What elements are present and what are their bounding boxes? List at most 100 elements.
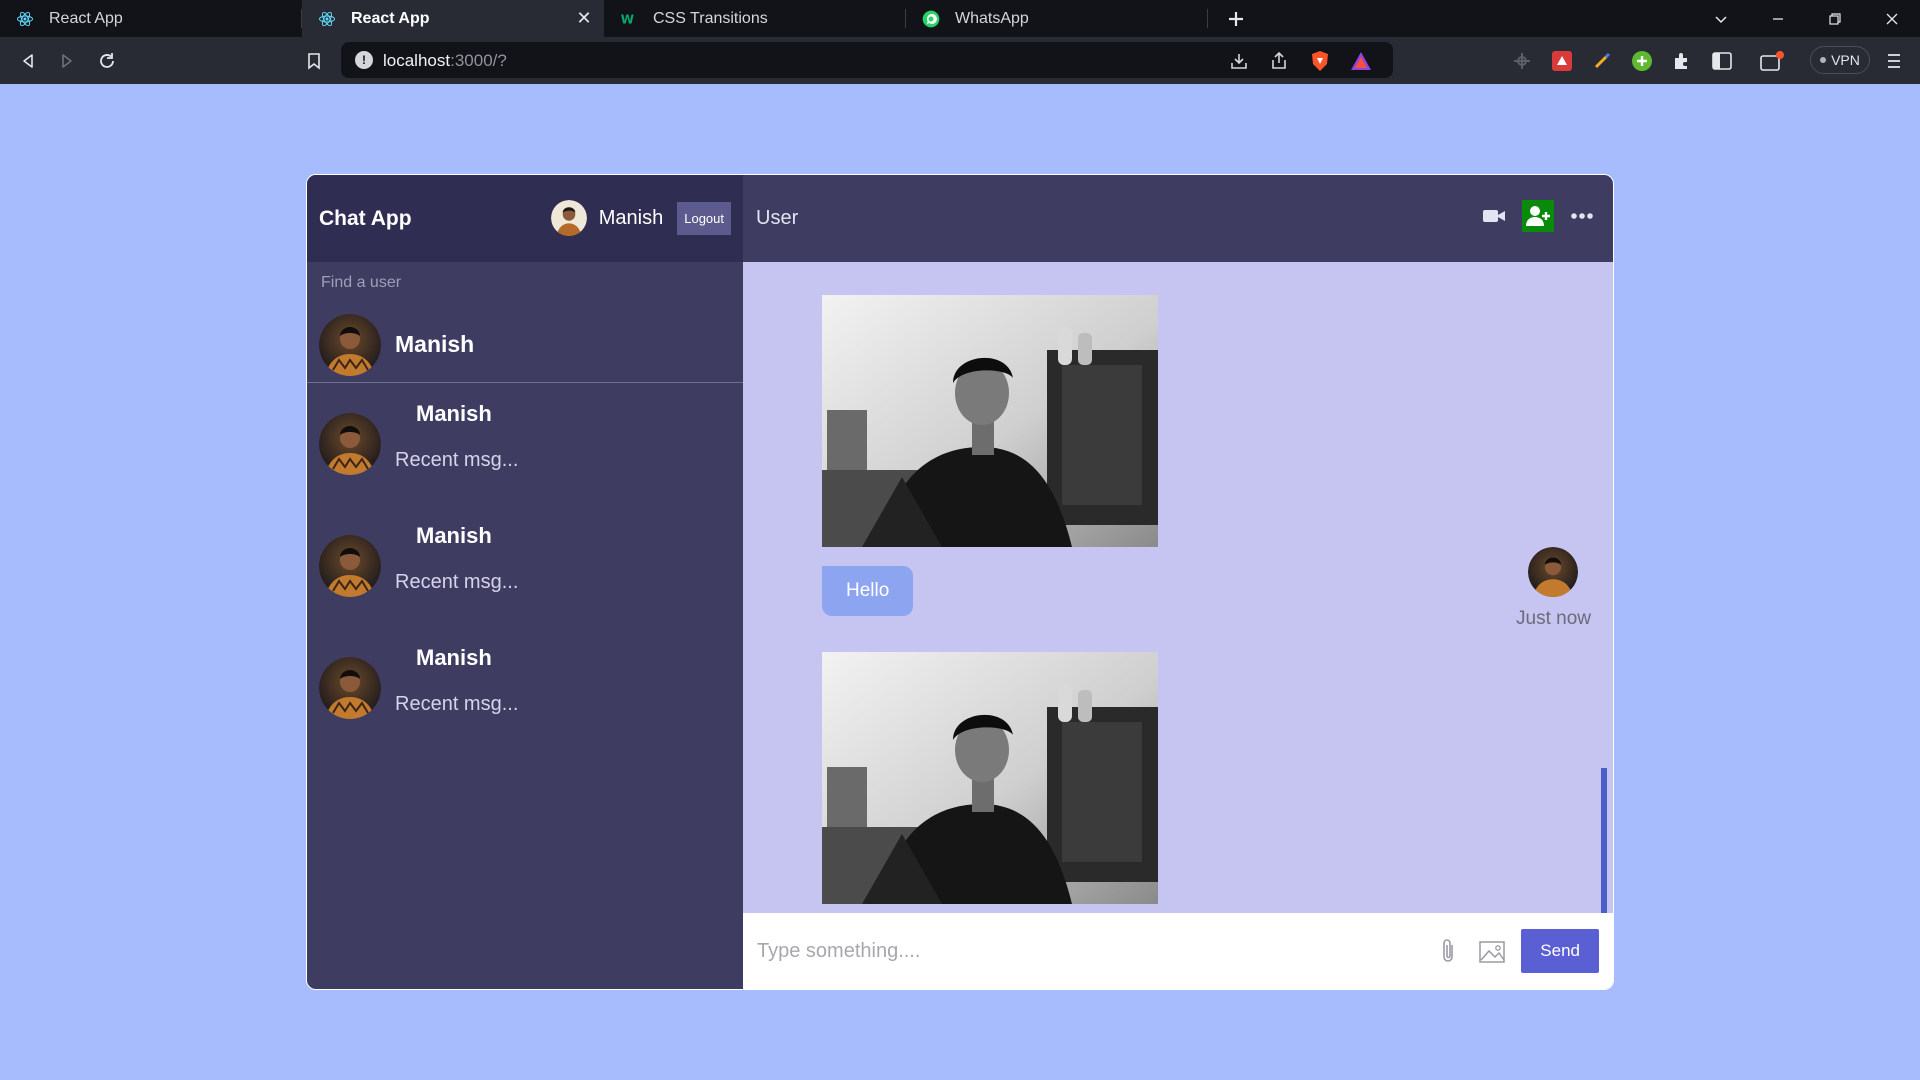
vpn-status-dot [1820, 57, 1827, 63]
tab-react-app-1[interactable]: React App [0, 0, 302, 37]
svg-text:W: W [621, 12, 634, 26]
whatsapp-icon [921, 9, 941, 29]
close-icon [1886, 13, 1897, 24]
url-path: :3000/? [450, 51, 507, 70]
tab-title: WhatsApp [955, 9, 1029, 27]
search-bar [307, 262, 743, 307]
chevron-down-icon [1714, 15, 1727, 23]
share-icon[interactable] [1268, 50, 1290, 72]
new-tab-button[interactable] [1208, 0, 1264, 37]
chat-list-item[interactable]: Manish Recent msg... [307, 505, 743, 627]
restore-icon [1828, 12, 1841, 25]
chat-name: Manish [416, 645, 492, 670]
message-image[interactable] [822, 652, 1158, 904]
green-plus-extension-icon[interactable] [1630, 49, 1654, 73]
sidebar-navbar: Chat App Manish Logout [307, 175, 743, 262]
minimize-icon [1772, 17, 1783, 20]
extensions-icon[interactable] [1670, 49, 1694, 73]
forward-icon [62, 54, 72, 68]
chat-title: User [756, 207, 799, 229]
close-window-button[interactable] [1863, 0, 1920, 37]
brave-shield-icon[interactable] [1309, 50, 1331, 72]
find-user-input[interactable] [321, 274, 729, 292]
avatar [319, 313, 381, 376]
message-time: Just now [1516, 608, 1591, 629]
restore-button[interactable] [1806, 0, 1863, 37]
tab-list-button[interactable] [1692, 0, 1749, 37]
avatar [319, 657, 381, 719]
message-input-bar: Send [743, 913, 1613, 989]
brave-rewards-icon[interactable] [1350, 50, 1372, 72]
reload-icon [100, 53, 114, 68]
tab-title: React App [351, 9, 430, 27]
logout-button[interactable]: Logout [677, 201, 731, 235]
chat-name: Manish [416, 401, 492, 426]
attach-file-icon[interactable] [1433, 936, 1463, 966]
chat-header: User [743, 175, 1613, 262]
message-input[interactable] [757, 939, 1434, 963]
forward-button[interactable] [53, 47, 81, 75]
app-logo: Chat App [319, 206, 412, 230]
search-result-user[interactable]: Manish [307, 307, 743, 383]
sidebar: Chat App Manish Logout Find a user Manis… [307, 175, 743, 989]
messages-area[interactable]: Hello Just now [743, 262, 1607, 916]
extension-puzzle-grey-icon[interactable] [1510, 49, 1534, 73]
messages-scrollbar[interactable] [1601, 262, 1607, 916]
chat-last-message: Recent msg... [395, 571, 519, 593]
url-text: localhost:3000/? [383, 51, 507, 71]
bookmark-button[interactable] [300, 47, 328, 75]
video-call-icon[interactable] [1478, 200, 1510, 232]
back-button[interactable] [14, 47, 42, 75]
color-picker-icon[interactable] [1590, 49, 1614, 73]
wallet-icon[interactable] [1760, 49, 1784, 73]
browser-tab-bar: React App React App ✕ W CSS Transitions … [0, 0, 1920, 37]
current-user: Manish Logout [550, 200, 731, 236]
message-bubble: Hello [822, 566, 914, 616]
window-controls [1692, 0, 1920, 37]
tab-react-app-2[interactable]: React App ✕ [302, 0, 604, 37]
tab-css-transitions[interactable]: W CSS Transitions [604, 0, 906, 37]
site-info-icon[interactable]: ! [355, 51, 373, 69]
search-result-name: Manish [395, 331, 475, 357]
vpn-button[interactable]: VPN [1810, 46, 1870, 74]
red-extension-icon[interactable] [1550, 49, 1574, 73]
tab-title: React App [49, 9, 123, 27]
bookmark-icon [308, 53, 320, 70]
message-meta: Just now [1516, 547, 1591, 630]
minimize-button[interactable] [1749, 0, 1806, 37]
send-button[interactable]: Send [1521, 929, 1599, 973]
react-icon [317, 9, 337, 29]
w3-icon: W [619, 9, 639, 29]
chat-header-icons [1478, 200, 1598, 232]
more-options-icon[interactable] [1566, 200, 1598, 232]
chat-panel: User Hello Just now Type something.... S… [743, 175, 1613, 989]
chat-list-item[interactable]: Manish Recent msg... [307, 383, 743, 505]
message-image[interactable] [822, 295, 1158, 547]
vpn-label: VPN [1831, 52, 1860, 68]
avatar [550, 200, 587, 236]
attach-image-icon[interactable] [1477, 936, 1507, 966]
chat-last-message: Recent msg... [395, 693, 519, 715]
avatar [319, 535, 381, 597]
reload-button[interactable] [93, 47, 121, 75]
scrollbar-thumb[interactable] [1601, 768, 1607, 916]
tab-separator [1207, 9, 1208, 28]
install-icon[interactable] [1228, 50, 1250, 72]
url-host: localhost [383, 51, 451, 70]
address-bar[interactable]: ! localhost:3000/? [341, 42, 1393, 78]
sidebar-toggle-icon[interactable] [1710, 49, 1734, 73]
avatar [319, 413, 381, 475]
add-user-icon[interactable] [1522, 200, 1554, 232]
send-area: Send [1433, 929, 1599, 973]
chat-last-message: Recent msg... [395, 449, 519, 471]
chat-app-container: Chat App Manish Logout Find a user Manis… [306, 174, 1614, 990]
react-icon [15, 9, 35, 29]
tab-whatsapp[interactable]: WhatsApp [906, 0, 1208, 37]
menu-icon[interactable] [1882, 49, 1906, 73]
current-user-name: Manish [598, 206, 664, 229]
chat-list-item[interactable]: Manish Recent msg... [307, 627, 743, 749]
avatar [1528, 547, 1579, 597]
chat-name: Manish [416, 523, 492, 548]
close-icon[interactable]: ✕ [574, 8, 594, 28]
back-icon [23, 54, 33, 68]
